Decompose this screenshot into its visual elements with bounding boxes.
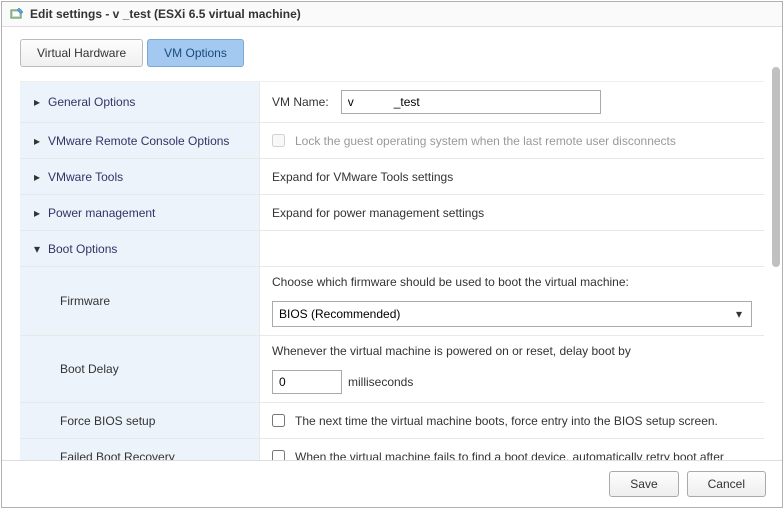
boot-options-value — [260, 231, 764, 266]
row-failed-recovery: Failed Boot Recovery When the virtual ma… — [20, 439, 764, 460]
failed-recovery-checkbox[interactable] — [272, 450, 285, 460]
dialog-title: Edit settings - v _test (ESXi 6.5 virtua… — [30, 7, 301, 21]
power-management-text: Expand for power management settings — [272, 206, 484, 220]
boot-delay-label: Boot Delay — [60, 362, 119, 376]
boot-delay-label-cell: Boot Delay — [20, 336, 260, 402]
row-firmware: Firmware Choose which firmware should be… — [20, 267, 764, 336]
vmware-tools-text: Expand for VMware Tools settings — [272, 170, 453, 184]
vmware-tools-label: VMware Tools — [48, 170, 123, 184]
chevron-down-icon: ▾ — [34, 242, 44, 256]
vm-name-label: VM Name: — [272, 95, 329, 109]
failed-recovery-value: When the virtual machine fails to find a… — [260, 439, 764, 460]
boot-options-label: Boot Options — [48, 242, 117, 256]
boot-delay-input[interactable] — [272, 370, 342, 394]
failed-recovery-label-cell: Failed Boot Recovery — [20, 439, 260, 460]
boot-delay-input-row: milliseconds — [272, 370, 413, 394]
firmware-select[interactable]: BIOS (Recommended) — [272, 301, 752, 327]
tab-vm-options[interactable]: VM Options — [147, 39, 244, 67]
settings-scroll-area: ▸ General Options VM Name: ▸ VMware Remo… — [20, 81, 764, 460]
general-options-value: VM Name: — [260, 82, 764, 122]
row-vmware-tools: ▸ VMware Tools Expand for VMware Tools s… — [20, 159, 764, 195]
force-bios-checkbox[interactable] — [272, 414, 285, 427]
tab-bar: Virtual Hardware VM Options — [20, 39, 764, 67]
dialog-footer: Save Cancel — [2, 460, 782, 507]
row-power-management: ▸ Power management Expand for power mana… — [20, 195, 764, 231]
section-general-options[interactable]: ▸ General Options — [20, 82, 260, 122]
chevron-right-icon: ▸ — [34, 134, 44, 148]
firmware-label: Firmware — [60, 294, 110, 308]
force-bios-label-cell: Force BIOS setup — [20, 403, 260, 438]
row-force-bios: Force BIOS setup The next time the virtu… — [20, 403, 764, 439]
vm-settings-icon — [10, 7, 24, 21]
firmware-value: Choose which firmware should be used to … — [260, 267, 764, 335]
section-boot-options[interactable]: ▾ Boot Options — [20, 231, 260, 266]
failed-recovery-label: Failed Boot Recovery — [60, 450, 175, 461]
force-bios-value: The next time the virtual machine boots,… — [260, 403, 764, 438]
row-general-options: ▸ General Options VM Name: — [20, 82, 764, 123]
firmware-desc: Choose which firmware should be used to … — [272, 275, 629, 289]
force-bios-text: The next time the virtual machine boots,… — [295, 414, 718, 428]
cancel-button[interactable]: Cancel — [687, 471, 766, 497]
section-power-management[interactable]: ▸ Power management — [20, 195, 260, 230]
force-bios-label: Force BIOS setup — [60, 414, 155, 428]
save-button[interactable]: Save — [609, 471, 678, 497]
general-options-label: General Options — [48, 95, 135, 109]
row-boot-delay: Boot Delay Whenever the virtual machine … — [20, 336, 764, 403]
firmware-label-cell: Firmware — [20, 267, 260, 335]
titlebar: Edit settings - v _test (ESXi 6.5 virtua… — [2, 2, 782, 27]
power-management-value: Expand for power management settings — [260, 195, 764, 230]
boot-delay-unit: milliseconds — [348, 375, 413, 389]
firmware-select-wrap: BIOS (Recommended) ▾ — [272, 301, 752, 327]
row-boot-options: ▾ Boot Options — [20, 231, 764, 267]
chevron-right-icon: ▸ — [34, 206, 44, 220]
power-management-label: Power management — [48, 206, 155, 220]
row-remote-console: ▸ VMware Remote Console Options Lock the… — [20, 123, 764, 159]
vertical-scrollbar[interactable] — [772, 67, 780, 400]
remote-console-value: Lock the guest operating system when the… — [260, 123, 764, 158]
lock-guest-text: Lock the guest operating system when the… — [295, 134, 676, 148]
vmware-tools-value: Expand for VMware Tools settings — [260, 159, 764, 194]
edit-settings-dialog: Edit settings - v _test (ESXi 6.5 virtua… — [1, 1, 783, 508]
boot-delay-desc: Whenever the virtual machine is powered … — [272, 344, 631, 358]
lock-guest-checkbox — [272, 134, 285, 147]
failed-recovery-text: When the virtual machine fails to find a… — [295, 450, 724, 461]
boot-delay-value: Whenever the virtual machine is powered … — [260, 336, 764, 402]
chevron-right-icon: ▸ — [34, 95, 44, 109]
section-remote-console[interactable]: ▸ VMware Remote Console Options — [20, 123, 260, 158]
chevron-right-icon: ▸ — [34, 170, 44, 184]
scrollbar-thumb[interactable] — [772, 67, 780, 267]
vm-name-input[interactable] — [341, 90, 601, 114]
tab-virtual-hardware[interactable]: Virtual Hardware — [20, 39, 143, 67]
section-vmware-tools[interactable]: ▸ VMware Tools — [20, 159, 260, 194]
dialog-body: Virtual Hardware VM Options ▸ General Op… — [2, 27, 782, 460]
remote-console-label: VMware Remote Console Options — [48, 134, 229, 148]
